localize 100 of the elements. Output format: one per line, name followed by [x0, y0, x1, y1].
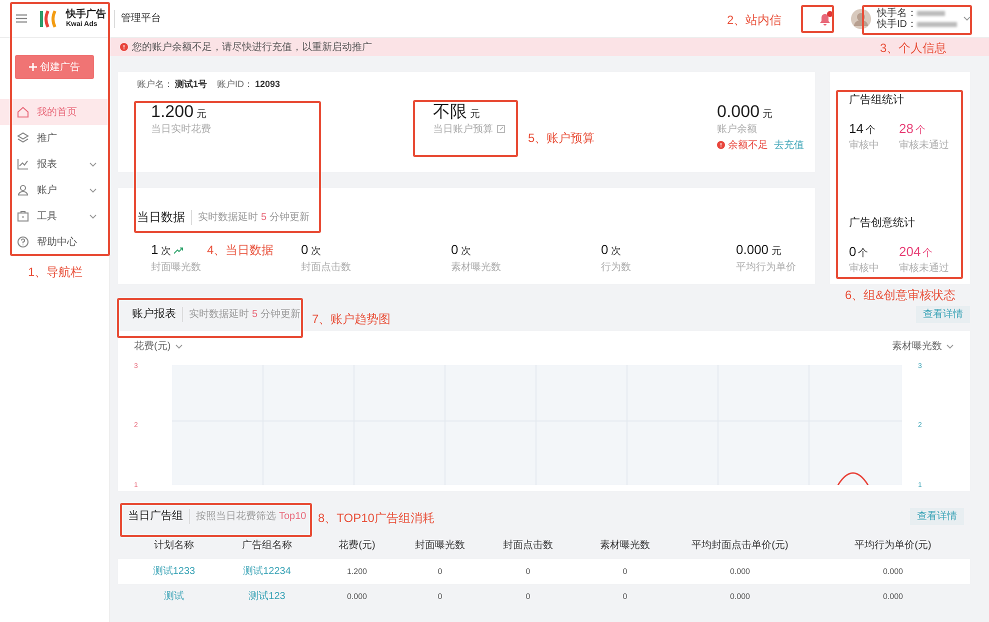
table-cell-text: 0 — [622, 590, 628, 602]
stat-value: 1.200 — [151, 102, 194, 122]
home-icon — [17, 106, 29, 118]
account-name-label: 账户名： — [137, 78, 173, 91]
column-header: 封面曝光数 — [414, 538, 466, 552]
column-header: 素材曝光数 — [599, 538, 651, 552]
note-text: 实时数据延时 — [198, 210, 258, 224]
count-label: 审核未通过 — [899, 262, 949, 276]
stat-label: 账户余额 — [717, 122, 757, 136]
nav-item[interactable]: 帮助中心 — [0, 229, 109, 255]
toolbox-icon — [17, 210, 29, 222]
stat-value: 不限 — [433, 102, 467, 122]
table-link[interactable]: 测试12234 — [230, 564, 304, 579]
unit-label: 个 — [865, 124, 876, 138]
layers-icon — [17, 132, 29, 144]
metric-dropdown[interactable]: 花费(元) — [134, 339, 183, 354]
view-details-button[interactable]: 查看详情 — [910, 508, 964, 524]
chevron-down-icon — [89, 162, 97, 166]
column-header: 平均行为单价(元) — [854, 538, 932, 552]
metric-label: 封面点击数 — [301, 260, 352, 274]
section-title: 当日广告组 — [128, 508, 183, 524]
unit-label: 次 — [311, 245, 322, 259]
redacted-value — [917, 10, 945, 16]
help-icon — [17, 236, 29, 248]
annotation-label: 3、个人信息 — [880, 42, 947, 54]
account-id: 12093 — [255, 78, 280, 91]
column-header: 花费(元) — [338, 538, 376, 552]
nav-item[interactable]: 工具 — [0, 203, 109, 229]
count-value: 204 — [899, 242, 921, 260]
table-cell-text: 0 — [436, 566, 444, 578]
nav-item[interactable]: 账户 — [0, 177, 109, 203]
user-menu[interactable]: 快手名： 快手ID： — [875, 8, 973, 30]
section-title: 当日数据 — [137, 209, 185, 226]
alert-text: 您的账户余额不足，请尽快进行充值，以重新启动推广 — [132, 40, 372, 54]
unit-label: 个 — [922, 246, 933, 260]
table-cell-text: 0.000 — [882, 566, 904, 578]
recharge-link[interactable]: 去充值 — [774, 138, 804, 152]
table-cell-text: 0.000 — [882, 590, 904, 602]
table-cell-text: 0.000 — [728, 590, 752, 602]
metric-value: 0.000 — [736, 241, 769, 259]
unit-label: 个 — [858, 246, 868, 260]
user-icon — [17, 184, 29, 196]
notification-button[interactable] — [817, 10, 833, 26]
metric-value: 0 — [601, 241, 608, 259]
bell-icon — [819, 12, 831, 26]
edit-icon — [497, 125, 505, 133]
delay-number: 5 — [252, 308, 258, 322]
stat-label: 当日实时花费 — [151, 122, 211, 136]
note-text: 分钟更新 — [270, 210, 310, 224]
table-link[interactable]: 测试 — [118, 589, 230, 604]
platform-title: 管理平台 — [121, 12, 161, 26]
user-name-label: 快手名： — [877, 8, 917, 18]
redacted-value — [917, 22, 957, 26]
annotation-label: 8、TOP10广告组消耗 — [318, 512, 434, 524]
unit-label: 元 — [762, 108, 773, 122]
chart-icon — [17, 158, 29, 170]
create-ad-button[interactable]: 创建广告 — [15, 55, 94, 79]
annotation-label: 2、站内信 — [727, 14, 782, 26]
unit-label: 次 — [611, 245, 622, 259]
warning-text: 余额不足 — [728, 138, 768, 152]
annotation-label: 1、导航栏 — [28, 266, 83, 278]
metric-value: 1 — [151, 241, 158, 259]
nav-item[interactable]: 我的首页 — [0, 99, 109, 125]
metric-dropdown[interactable]: 素材曝光数 — [892, 339, 954, 354]
metric-value: 0 — [301, 241, 308, 259]
chevron-down-icon — [174, 344, 183, 349]
note-text: 实时数据延时 — [189, 308, 249, 322]
metric-value: 0 — [451, 241, 458, 259]
section-title: 账户报表 — [132, 306, 176, 322]
annotation-frame — [801, 5, 834, 33]
user-id-label: 快手ID： — [877, 18, 917, 30]
table-link[interactable]: 测试1233 — [118, 564, 230, 579]
chevron-down-icon — [89, 188, 97, 192]
count-label: 审核中 — [849, 262, 879, 276]
unit-label: 元 — [196, 108, 207, 122]
column-header: 平均封面点击单价(元) — [690, 538, 790, 552]
unit-label: 个 — [915, 124, 926, 138]
table-cell-text: 0.000 — [346, 590, 368, 602]
column-header: 广告组名称 — [241, 538, 293, 552]
view-details-button[interactable]: 查看详情 — [916, 306, 970, 322]
unit-label: 次 — [161, 245, 172, 259]
count-value: 28 — [899, 120, 914, 138]
nav-item[interactable]: 推广 — [0, 125, 109, 151]
warning-icon — [120, 43, 128, 51]
note-text: 分钟更新 — [260, 308, 301, 322]
metric-label: 平均行为单价 — [736, 260, 796, 274]
unit-label: 元 — [772, 245, 782, 259]
top-label: Top10 — [279, 510, 306, 524]
chevron-down-icon — [946, 344, 954, 349]
table-cell-text: 0 — [436, 590, 444, 602]
column-header: 封面点击数 — [502, 538, 554, 552]
table-cell-text: 0 — [524, 590, 532, 602]
stat-label: 当日账户预算 — [433, 122, 493, 136]
metric-label: 素材曝光数 — [451, 260, 502, 274]
table-link[interactable]: 测试123 — [230, 589, 304, 604]
note-text: 按照当日花费筛选 — [196, 510, 276, 524]
nav-item[interactable]: 报表 — [0, 151, 109, 177]
stat-value: 0.000 — [717, 102, 760, 122]
unit-label: 次 — [461, 245, 472, 259]
count-label: 审核未通过 — [899, 138, 949, 153]
